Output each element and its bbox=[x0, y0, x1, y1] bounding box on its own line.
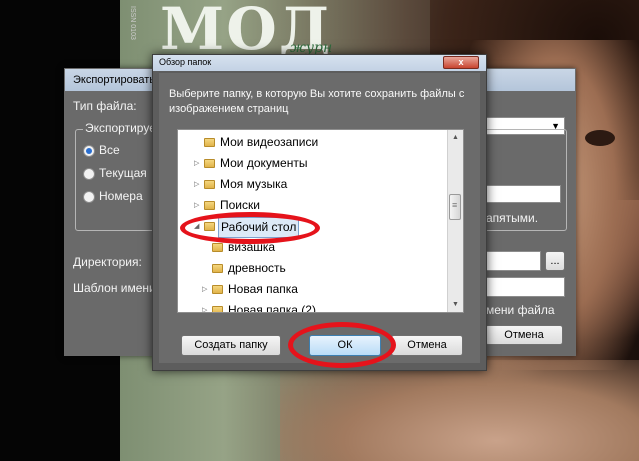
export-pages-group-title: Экспортируе bbox=[83, 121, 158, 135]
browse-dialog-title: Обзор папок bbox=[159, 57, 212, 67]
folder-icon bbox=[212, 306, 223, 312]
collapse-arrow-icon[interactable]: ◢ bbox=[194, 216, 199, 237]
browse-description: Выберите папку, в которую Вы хотите сохр… bbox=[169, 88, 465, 115]
folder-icon bbox=[212, 285, 223, 294]
comma-hint: апятыми. bbox=[486, 211, 539, 225]
tree-item-videos[interactable]: Мои видеозаписи bbox=[178, 132, 448, 153]
page-numbers-input[interactable] bbox=[485, 185, 561, 203]
close-button[interactable]: x bbox=[443, 56, 479, 69]
tree-item-label: Новая папка bbox=[228, 282, 298, 296]
close-icon: x bbox=[458, 57, 464, 67]
tree-item-label: древность bbox=[228, 261, 286, 275]
eye-shape bbox=[585, 130, 615, 146]
barcode-text: ISSN 0103 bbox=[129, 6, 136, 40]
folder-icon bbox=[204, 180, 215, 189]
tree-item-label: Мои документы bbox=[220, 156, 308, 170]
browse-dialog-body: Выберите папку, в которую Вы хотите сохр… bbox=[159, 73, 480, 363]
radio-current[interactable] bbox=[83, 168, 95, 180]
tree-item-music[interactable]: ▷ Моя музыка bbox=[178, 174, 448, 195]
ok-button[interactable]: ОК bbox=[309, 335, 381, 356]
folder-icon bbox=[212, 264, 223, 273]
tree-scrollbar[interactable]: ▲ ▼ bbox=[447, 130, 463, 312]
tree-item-label: Поиски bbox=[220, 198, 260, 212]
template-label: Шаблон имени ( bbox=[73, 281, 164, 295]
tree-item-label: Мои видеозаписи bbox=[220, 135, 319, 149]
expand-arrow-icon[interactable]: ▷ bbox=[202, 300, 207, 312]
radio-numbers[interactable] bbox=[83, 191, 95, 203]
scroll-down-icon[interactable]: ▼ bbox=[448, 297, 463, 312]
tree-item-documents[interactable]: ▷ Мои документы bbox=[178, 153, 448, 174]
tree-item-label: Рабочий стол bbox=[218, 217, 300, 238]
expand-arrow-icon[interactable]: ▷ bbox=[194, 195, 199, 216]
tree-item-label: Моя музыка bbox=[220, 177, 288, 191]
browse-folder-dialog: Обзор папок x Выберите папку, в которую … bbox=[152, 54, 487, 371]
folder-icon bbox=[212, 243, 223, 252]
filename-label: мени файла bbox=[486, 303, 555, 317]
template-input[interactable] bbox=[485, 277, 565, 297]
tree-item-label: визашка bbox=[228, 240, 276, 254]
tree-item-drevnost[interactable]: древность bbox=[178, 258, 448, 279]
tree-item-new-folder-2[interactable]: ▷ Новая папка (2) bbox=[178, 300, 448, 313]
file-type-label: Тип файла: bbox=[73, 99, 137, 113]
scroll-thumb[interactable] bbox=[449, 194, 461, 220]
create-folder-button[interactable]: Создать папку bbox=[181, 335, 281, 356]
cancel-button[interactable]: Отмена bbox=[391, 335, 463, 356]
chest-shading bbox=[280, 360, 639, 461]
expand-arrow-icon[interactable]: ▷ bbox=[194, 153, 199, 174]
directory-label: Директория: bbox=[73, 255, 142, 269]
radio-all[interactable] bbox=[83, 145, 95, 157]
directory-input[interactable] bbox=[485, 251, 541, 271]
export-cancel-button[interactable]: Отмена bbox=[485, 325, 563, 345]
radio-all-label: Все bbox=[99, 143, 120, 157]
folder-icon bbox=[204, 138, 215, 147]
tree-item-vizashka[interactable]: визашка bbox=[178, 237, 448, 258]
tree-item-new-folder[interactable]: ▷ Новая папка bbox=[178, 279, 448, 300]
scroll-up-icon[interactable]: ▲ bbox=[448, 130, 463, 145]
browse-dialog-titlebar: Обзор папок x bbox=[153, 55, 486, 71]
radio-numbers-label: Номера bbox=[99, 189, 143, 203]
expand-arrow-icon[interactable]: ▷ bbox=[194, 174, 199, 195]
radio-current-label: Текущая bbox=[99, 166, 147, 180]
folder-icon bbox=[204, 222, 215, 231]
folder-tree[interactable]: Мои видеозаписи ▷ Мои документы ▷ Моя му… bbox=[177, 129, 464, 313]
expand-arrow-icon[interactable]: ▷ bbox=[202, 279, 207, 300]
folder-icon bbox=[204, 159, 215, 168]
browse-directory-button[interactable]: ... bbox=[545, 251, 565, 271]
tree-item-desktop[interactable]: ◢ Рабочий стол bbox=[178, 216, 448, 238]
folder-icon bbox=[204, 201, 215, 210]
tree-item-label: Новая папка (2) bbox=[228, 303, 316, 313]
tree-item-searches[interactable]: ▷ Поиски bbox=[178, 195, 448, 216]
